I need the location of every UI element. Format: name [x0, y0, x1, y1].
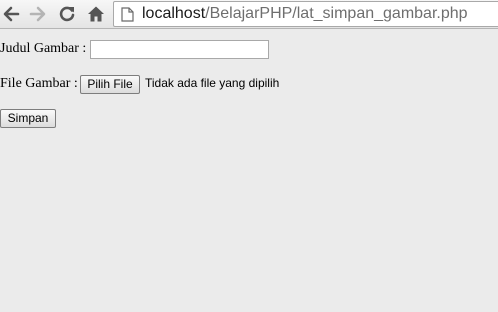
home-icon	[87, 5, 105, 23]
file-label: File Gambar :	[0, 76, 78, 91]
judul-label: Judul Gambar :	[0, 41, 87, 56]
browser-toolbar: localhost/BelajarPHP/lat_simpan_gambar.p…	[0, 0, 498, 29]
arrow-right-icon	[29, 5, 47, 23]
url-path: /BelajarPHP/lat_simpan_gambar.php	[205, 5, 468, 22]
judul-input[interactable]	[90, 40, 269, 59]
url-host: localhost	[142, 5, 206, 22]
page-icon	[121, 7, 134, 27]
back-button[interactable]	[0, 3, 22, 25]
forward-button[interactable]	[27, 3, 49, 25]
reload-button[interactable]	[56, 3, 78, 25]
simpan-button[interactable]: Simpan	[0, 109, 56, 128]
url-text: localhost/BelajarPHP/lat_simpan_gambar.p…	[142, 4, 468, 24]
arrow-left-icon	[2, 5, 20, 23]
home-button[interactable]	[85, 3, 107, 25]
reload-icon	[58, 5, 76, 23]
address-bar[interactable]: localhost/BelajarPHP/lat_simpan_gambar.p…	[113, 1, 498, 27]
choose-file-button[interactable]: Pilih File	[80, 75, 140, 94]
file-status: Tidak ada file yang dipilih	[145, 76, 280, 90]
